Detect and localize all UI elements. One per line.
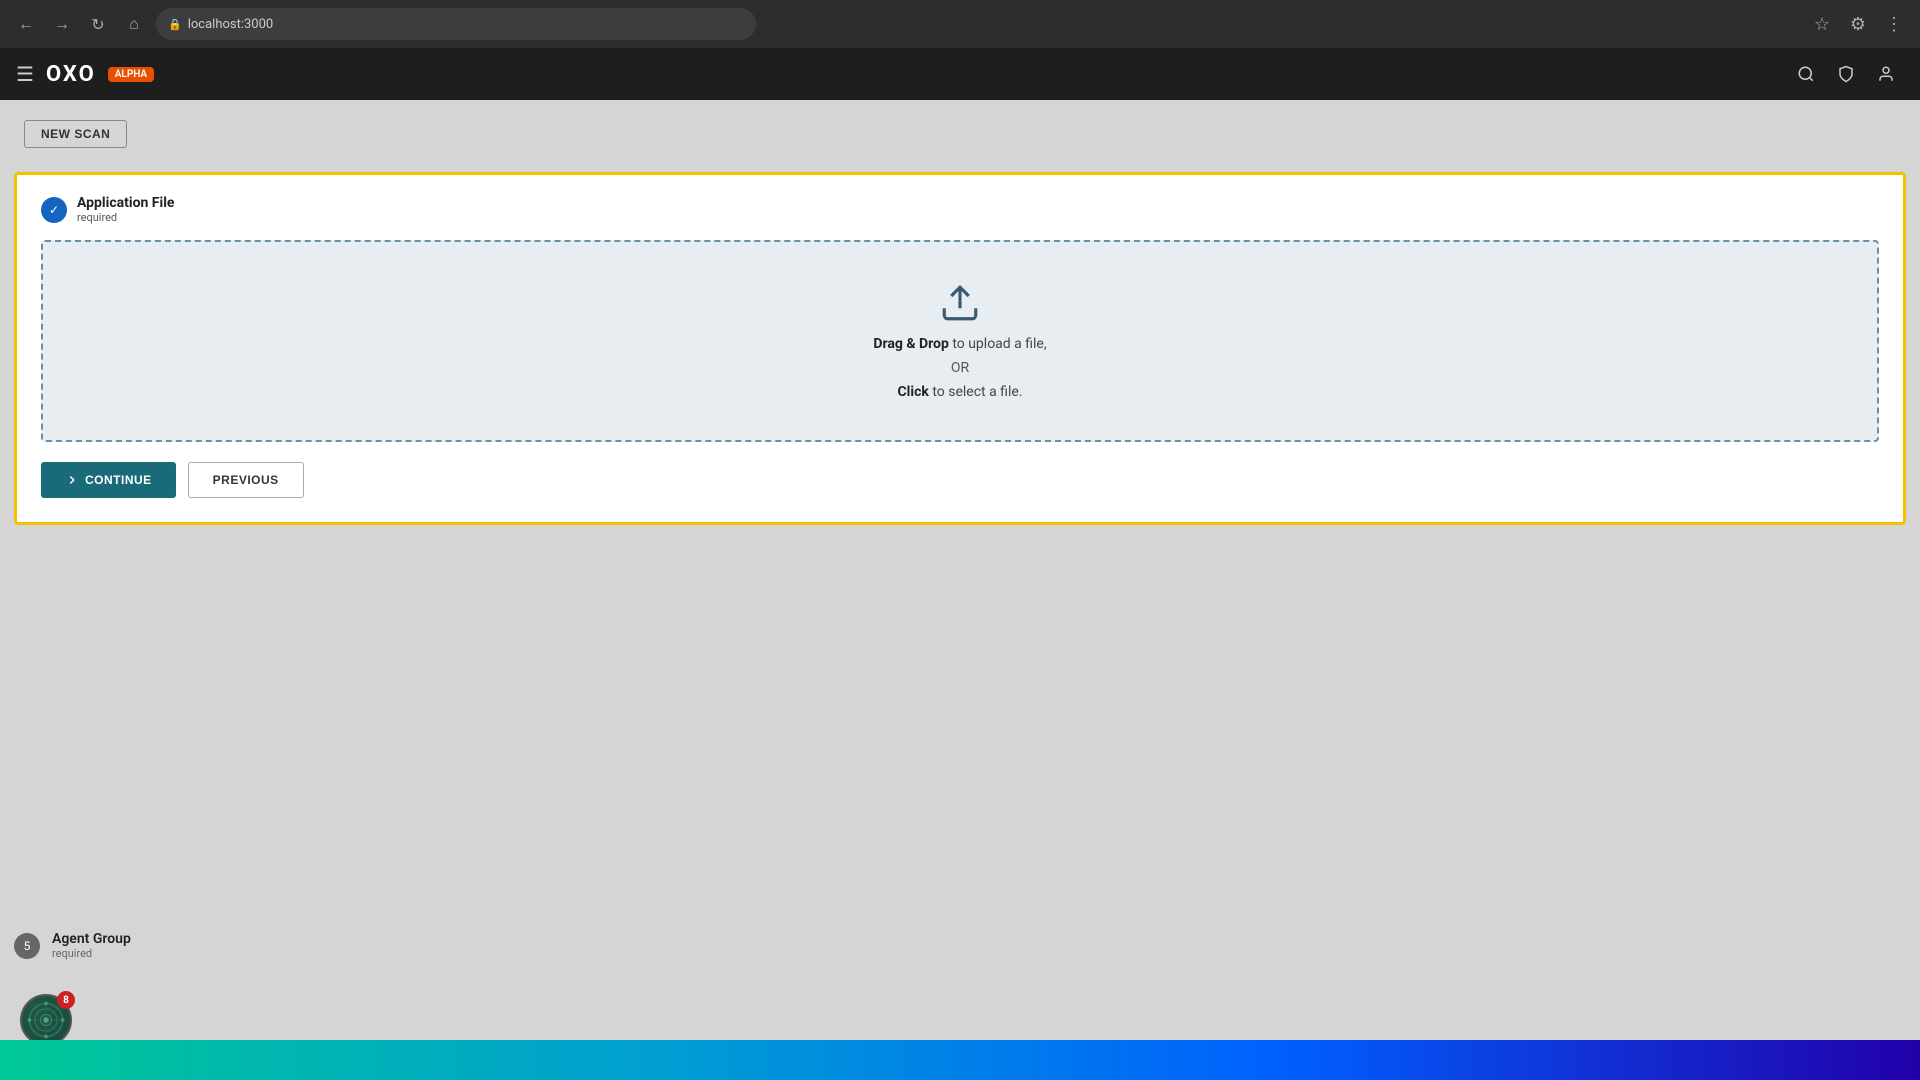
- browser-right-icons: ☆ ⚙ ⋮: [1808, 10, 1908, 38]
- bottom-bar: [0, 1040, 1920, 1080]
- forward-button[interactable]: →: [48, 10, 76, 38]
- drop-text: Drag & Drop to upload a file,: [873, 336, 1046, 352]
- user-icon-btn[interactable]: [1868, 56, 1904, 92]
- browser-chrome: ← → ↻ ⌂ 🔒 localhost:3000 ☆ ⚙ ⋮: [0, 0, 1920, 48]
- alpha-badge: Alpha: [108, 67, 154, 82]
- panel-step-check: ✓: [49, 203, 59, 217]
- step-agent-group-title: Agent Group: [52, 931, 131, 947]
- drag-drop-suffix: to upload a file,: [949, 336, 1047, 352]
- app-header: ☰ OXO Alpha: [0, 48, 1920, 100]
- panel-step-title: Application File: [77, 195, 174, 211]
- continue-label: CONTINUE: [85, 473, 152, 487]
- url-text: localhost:3000: [188, 17, 274, 32]
- panel-step-header: ✓ Application File required: [41, 195, 1879, 224]
- search-icon-btn[interactable]: [1788, 56, 1824, 92]
- lock-icon: 🔒: [168, 18, 182, 31]
- step-agent-group-text: Agent Group required: [52, 931, 131, 960]
- back-button[interactable]: ←: [12, 10, 40, 38]
- address-bar[interactable]: 🔒 localhost:3000: [156, 8, 756, 40]
- drop-click-text: Click to select a file.: [898, 384, 1023, 400]
- file-drop-zone[interactable]: Drag & Drop to upload a file, OR Click t…: [41, 240, 1879, 442]
- step-agent-group: 5 Agent Group required: [14, 931, 131, 960]
- avatar-notification-badge: 8: [57, 991, 75, 1009]
- click-label: Click: [898, 384, 929, 400]
- click-suffix: to select a file.: [929, 384, 1023, 400]
- step-agent-group-circle: 5: [14, 933, 40, 959]
- panel-step-required: required: [77, 211, 174, 224]
- step-agent-group-number: 5: [24, 939, 31, 953]
- active-step-panel: ✓ Application File required: [14, 172, 1906, 525]
- main-content: NEW SCAN ✓ Scanner Select or create a sc…: [0, 100, 1920, 1080]
- app-container: ☰ OXO Alpha NEW SCAN: [0, 48, 1920, 1080]
- previous-button[interactable]: PREVIOUS: [188, 462, 304, 498]
- new-scan-button[interactable]: NEW SCAN: [24, 120, 127, 148]
- home-button[interactable]: ⌂: [120, 10, 148, 38]
- panel-buttons: CONTINUE PREVIOUS: [41, 462, 1879, 498]
- star-icon[interactable]: ☆: [1808, 10, 1836, 38]
- shield-icon-btn[interactable]: [1828, 56, 1864, 92]
- panel-step-text-group: Application File required: [77, 195, 174, 224]
- menu-icon[interactable]: ⋮: [1880, 10, 1908, 38]
- hamburger-icon[interactable]: ☰: [16, 62, 34, 86]
- extensions-icon[interactable]: ⚙: [1844, 10, 1872, 38]
- app-logo: OXO: [46, 62, 96, 87]
- reload-button[interactable]: ↻: [84, 10, 112, 38]
- header-right-icons: [1788, 56, 1904, 92]
- drag-drop-label: Drag & Drop: [873, 336, 948, 352]
- continue-button[interactable]: CONTINUE: [41, 462, 176, 498]
- drop-or-text: OR: [951, 360, 969, 376]
- panel-step-circle: ✓: [41, 197, 67, 223]
- upload-icon: [939, 282, 981, 328]
- continue-icon: [65, 473, 79, 487]
- step-agent-group-subtitle: required: [52, 947, 131, 960]
